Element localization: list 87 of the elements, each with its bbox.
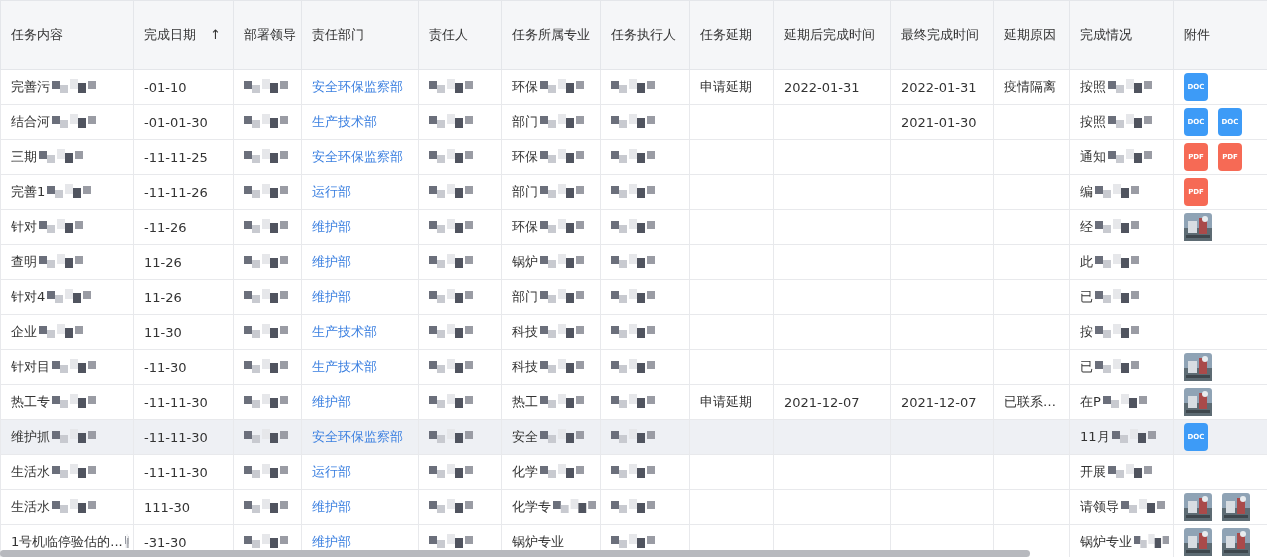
table-cell: 安全: [512, 428, 538, 446]
table-cell: 11-26: [144, 289, 182, 305]
table-cell: 完善污: [11, 78, 50, 96]
table-cell: 环保: [512, 78, 538, 96]
table-cell: 2021-12-07: [784, 394, 860, 410]
table-cell: 锅炉: [512, 253, 538, 271]
department-link[interactable]: 运行部: [312, 463, 351, 481]
department-link[interactable]: 运行部: [312, 183, 351, 201]
department-link[interactable]: 维护部: [312, 533, 351, 551]
table-cell: 企业: [11, 323, 37, 341]
table-cell: 环保: [512, 148, 538, 166]
column-header[interactable]: 最终完成时间: [890, 0, 994, 70]
table-cell: 111-30: [144, 499, 191, 515]
table-cell: 开展: [1080, 463, 1106, 481]
table-cell: 科技: [512, 323, 538, 341]
table-cell: 11-30: [144, 324, 182, 340]
table-cell: -11-30: [144, 359, 187, 375]
table-cell: 申请延期: [700, 78, 752, 96]
table-cell: 按照: [1080, 78, 1106, 96]
table-cell: 结合河: [11, 113, 50, 131]
table-cell: 针对: [11, 218, 37, 236]
table-cell: 此: [1080, 253, 1093, 271]
table-cell: 2021-12-07: [901, 394, 977, 410]
table-cell: 生活水: [11, 463, 50, 481]
table-cell: 11月: [1080, 428, 1110, 446]
column-header[interactable]: 延期后完成时间: [773, 0, 891, 70]
department-link[interactable]: 维护部: [312, 253, 351, 271]
table-cell: 在P: [1080, 393, 1101, 411]
table-cell: -11-11-30: [144, 394, 208, 410]
table-cell: 完善1: [11, 183, 46, 201]
column-header[interactable]: 责任人: [418, 0, 502, 70]
column-header[interactable]: 完成情况: [1069, 0, 1174, 70]
table-cell: 热工专: [11, 393, 50, 411]
department-link[interactable]: 维护部: [312, 393, 351, 411]
table-cell: 已: [1080, 358, 1093, 376]
table-cell: 部门: [512, 113, 538, 131]
column-header[interactable]: 延期原因: [993, 0, 1070, 70]
column-header[interactable]: 完成日期 ↑: [133, 0, 234, 70]
table-cell: 化学: [512, 463, 538, 481]
table-cell: -11-11-30: [144, 464, 208, 480]
table-cell: 三期: [11, 148, 37, 166]
table-cell: 部门: [512, 183, 538, 201]
table-cell: 申请延期: [700, 393, 752, 411]
column-header[interactable]: 任务执行人: [600, 0, 690, 70]
table-cell: 生活水: [11, 498, 50, 516]
table-cell: 1号机临停验估的...: [11, 533, 123, 551]
table-cell: 请领导: [1080, 498, 1119, 516]
table-cell: 科技: [512, 358, 538, 376]
table-cell: 经: [1080, 218, 1093, 236]
table-cell: 锅炉专业: [1080, 533, 1132, 551]
column-header[interactable]: 任务内容: [0, 0, 134, 70]
table-cell: 疫情隔离: [1004, 78, 1056, 96]
table-cell: -01-10: [144, 79, 187, 95]
table-cell: 化学专: [512, 498, 551, 516]
department-link[interactable]: 维护部: [312, 498, 351, 516]
table-cell: 针对目: [11, 358, 50, 376]
column-header[interactable]: 附件: [1173, 0, 1267, 70]
column-header[interactable]: 部署领导: [233, 0, 302, 70]
table-cell: 热工: [512, 393, 538, 411]
table-cell: 查明: [11, 253, 37, 271]
table-cell: 2022-01-31: [784, 79, 860, 95]
table-cell: 按: [1080, 323, 1093, 341]
table-cell: 2022-01-31: [901, 79, 977, 95]
column-header[interactable]: 责任部门: [301, 0, 419, 70]
table-cell: 部门: [512, 288, 538, 306]
table-cell: 维护抓: [11, 428, 50, 446]
table-cell: 已: [1080, 288, 1093, 306]
department-link[interactable]: 维护部: [312, 218, 351, 236]
table-cell: 编: [1080, 183, 1093, 201]
table-cell: 11-26: [144, 254, 182, 270]
table-cell: -11-26: [144, 219, 187, 235]
table-cell: 已联系…: [1004, 393, 1056, 411]
table-cell: -11-11-26: [144, 184, 208, 200]
table-cell: 锅炉专业: [512, 533, 564, 551]
table-cell: 环保: [512, 218, 538, 236]
column-header[interactable]: 任务所属专业: [501, 0, 601, 70]
table-cell: -11-11-25: [144, 149, 208, 165]
department-link[interactable]: 维护部: [312, 288, 351, 306]
column-header[interactable]: 任务延期: [689, 0, 774, 70]
table-cell: -01-01-30: [144, 114, 208, 130]
table-cell: 针对4: [11, 288, 46, 306]
table-cell: -11-11-30: [144, 429, 208, 445]
table-cell: -31-30: [144, 534, 187, 550]
horizontal-scrollbar[interactable]: [0, 550, 1030, 557]
table-cell: 2021-01-30: [901, 114, 977, 130]
table-cell: 按照: [1080, 113, 1106, 131]
table-cell: 通知: [1080, 148, 1106, 166]
